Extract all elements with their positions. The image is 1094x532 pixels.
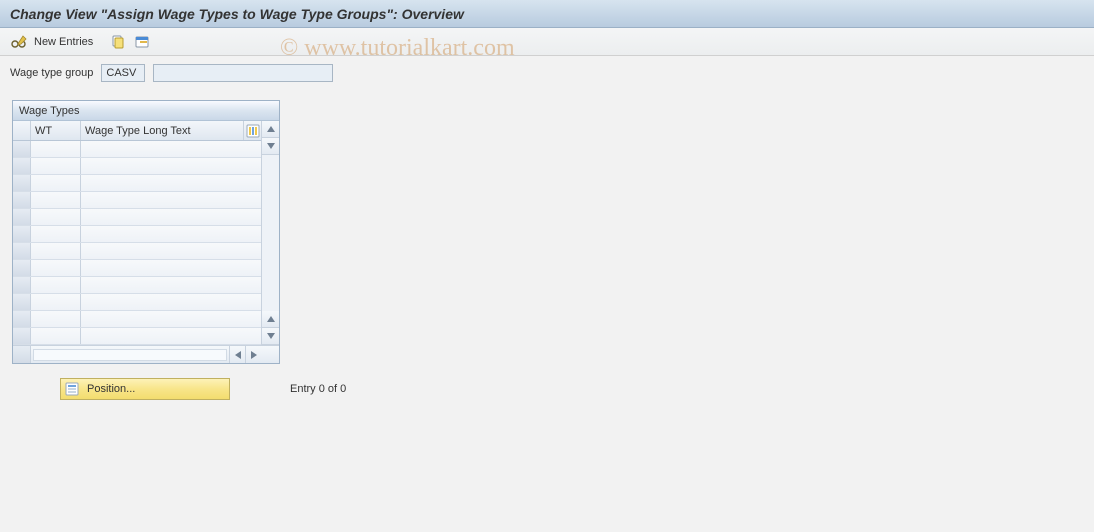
wage-types-panel: Wage Types WT Wage Type Long Text	[12, 100, 280, 364]
wage-type-group-label: Wage type group	[10, 67, 93, 79]
cell-wt[interactable]	[31, 209, 81, 225]
table-row[interactable]	[13, 277, 261, 294]
table-row[interactable]	[13, 141, 261, 158]
row-selector[interactable]	[13, 192, 31, 208]
cell-wt[interactable]	[31, 260, 81, 276]
form-area: Wage type group CASV	[0, 56, 1094, 88]
table-row[interactable]	[13, 175, 261, 192]
cell-wt[interactable]	[31, 226, 81, 242]
column-config-icon[interactable]	[243, 121, 261, 140]
table-row[interactable]	[13, 243, 261, 260]
bottom-row-selector[interactable]	[13, 346, 31, 363]
table-row[interactable]	[13, 158, 261, 175]
cell-wt[interactable]	[31, 141, 81, 157]
delimit-icon[interactable]	[133, 33, 151, 51]
column-header-row: WT Wage Type Long Text	[13, 121, 261, 141]
cell-wt[interactable]	[31, 311, 81, 327]
cell-wt[interactable]	[31, 277, 81, 293]
table-row[interactable]	[13, 328, 261, 345]
column-header-wt[interactable]: WT	[31, 121, 81, 140]
footer-row: Position... Entry 0 of 0	[60, 378, 1094, 400]
cell-wt[interactable]	[31, 328, 81, 344]
cell-long-text[interactable]	[81, 311, 261, 327]
h-scroll-track[interactable]	[33, 349, 227, 361]
cell-long-text[interactable]	[81, 260, 261, 276]
cell-wt[interactable]	[31, 243, 81, 259]
row-selector[interactable]	[13, 328, 31, 344]
wage-type-group-code[interactable]: CASV	[101, 64, 145, 82]
table-row[interactable]	[13, 294, 261, 311]
row-selector[interactable]	[13, 158, 31, 174]
row-selector[interactable]	[13, 277, 31, 293]
wage-types-grid: WT Wage Type Long Text	[13, 121, 279, 345]
page-title: Change View "Assign Wage Types to Wage T…	[10, 6, 464, 22]
row-selector[interactable]	[13, 209, 31, 225]
cell-wt[interactable]	[31, 294, 81, 310]
row-selector[interactable]	[13, 311, 31, 327]
cell-wt[interactable]	[31, 192, 81, 208]
row-selector[interactable]	[13, 294, 31, 310]
column-header-selector[interactable]	[13, 121, 31, 140]
row-selector[interactable]	[13, 141, 31, 157]
scroll-up-icon[interactable]	[262, 121, 279, 138]
row-selector[interactable]	[13, 260, 31, 276]
table-row[interactable]	[13, 311, 261, 328]
panel-title: Wage Types	[13, 101, 279, 121]
scroll-right-icon[interactable]	[245, 346, 261, 363]
position-button[interactable]: Position...	[60, 378, 230, 400]
cell-wt[interactable]	[31, 175, 81, 191]
glasses-pencil-icon[interactable]	[10, 33, 28, 51]
entry-count-text: Entry 0 of 0	[290, 383, 346, 395]
cell-long-text[interactable]	[81, 192, 261, 208]
vertical-scrollbar[interactable]	[261, 121, 279, 345]
row-selector[interactable]	[13, 175, 31, 191]
cell-long-text[interactable]	[81, 158, 261, 174]
cell-wt[interactable]	[31, 158, 81, 174]
position-button-label: Position...	[87, 383, 135, 395]
row-selector[interactable]	[13, 226, 31, 242]
position-icon	[65, 381, 81, 397]
scroll-down-icon[interactable]	[262, 138, 279, 155]
cell-long-text[interactable]	[81, 243, 261, 259]
scroll-track[interactable]	[262, 155, 279, 311]
table-row[interactable]	[13, 260, 261, 277]
horizontal-scrollbar[interactable]	[13, 345, 279, 363]
cell-long-text[interactable]	[81, 226, 261, 242]
scroll-down-bottom-icon[interactable]	[262, 328, 279, 345]
column-header-long-text[interactable]: Wage Type Long Text	[81, 121, 243, 140]
cell-long-text[interactable]	[81, 328, 261, 344]
cell-long-text[interactable]	[81, 141, 261, 157]
cell-long-text[interactable]	[81, 277, 261, 293]
toolbar: New Entries	[0, 28, 1094, 56]
wage-type-group-desc	[153, 64, 333, 82]
cell-long-text[interactable]	[81, 175, 261, 191]
cell-long-text[interactable]	[81, 209, 261, 225]
table-row[interactable]	[13, 226, 261, 243]
title-bar: Change View "Assign Wage Types to Wage T…	[0, 0, 1094, 28]
scroll-left-icon[interactable]	[229, 346, 245, 363]
scroll-up-bottom-icon[interactable]	[262, 311, 279, 328]
copy-icon[interactable]	[109, 33, 127, 51]
table-row[interactable]	[13, 209, 261, 226]
table-row[interactable]	[13, 192, 261, 209]
new-entries-button[interactable]: New Entries	[34, 36, 99, 48]
row-selector[interactable]	[13, 243, 31, 259]
cell-long-text[interactable]	[81, 294, 261, 310]
